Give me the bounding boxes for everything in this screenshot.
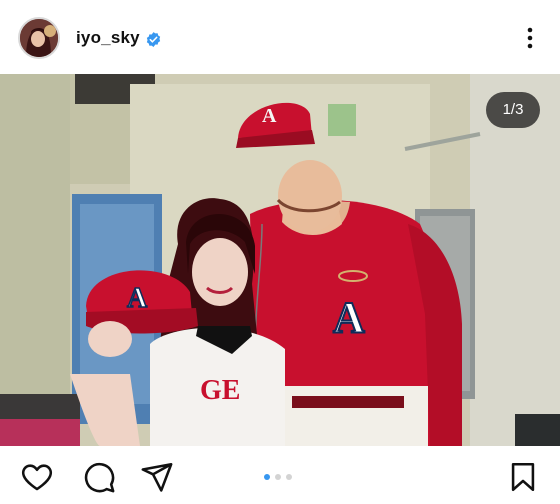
carousel-indicator	[264, 474, 292, 482]
username[interactable]: iyo_sky	[76, 28, 140, 48]
profile-avatar[interactable]	[18, 17, 60, 59]
woman-jersey-text: GE	[200, 375, 240, 406]
send-icon[interactable]	[140, 460, 174, 494]
more-options-icon[interactable]	[520, 24, 540, 52]
comment-icon[interactable]	[82, 460, 116, 494]
cap-logo: A	[127, 283, 148, 314]
photo-illustration: A A GE A	[0, 74, 560, 446]
post-photo[interactable]: A A GE A 1/3	[0, 74, 560, 446]
carousel-dot-2	[275, 474, 281, 480]
post-header: iyo_sky	[0, 0, 560, 74]
bookmark-icon[interactable]	[506, 460, 540, 494]
svg-text:A: A	[262, 105, 277, 127]
carousel-dot-1	[264, 474, 270, 480]
verified-badge-icon	[146, 32, 161, 47]
post-actions-bar	[0, 446, 560, 504]
svg-text:A: A	[333, 293, 365, 342]
heart-icon[interactable]	[20, 460, 54, 494]
slide-counter: 1/3	[486, 92, 540, 128]
carousel-dot-3	[286, 474, 292, 480]
